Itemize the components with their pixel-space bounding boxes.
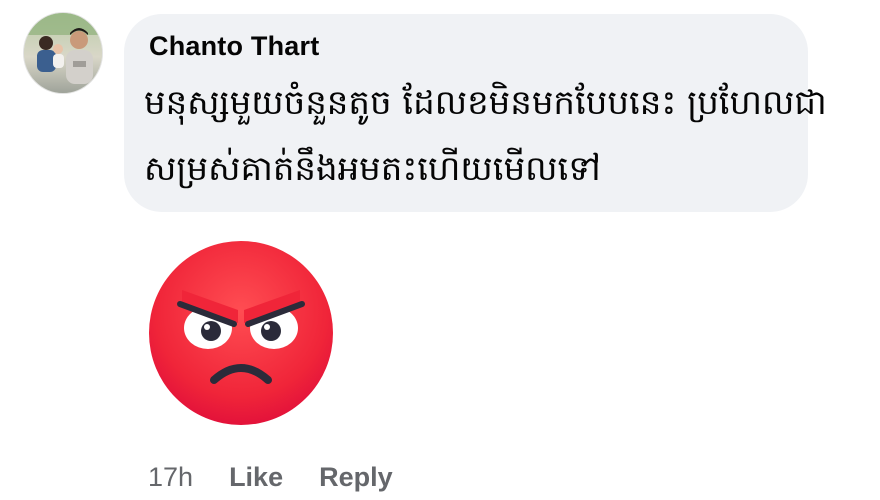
comment-text-line: មនុស្សមួយចំនួនតូច ដែលខមិនមកបែបនេះ ប្រហែល… xyxy=(144,83,827,123)
angry-reaction-icon xyxy=(148,240,334,426)
comment-bubble: Chanto Thart មនុស្សមួយចំនួនតូច ដែលខមិនមក… xyxy=(124,14,827,212)
comment-text: មនុស្សមួយចំនួនតូច ដែលខមិនមកបែបនេះ ប្រហែល… xyxy=(144,70,827,202)
author-avatar[interactable] xyxy=(24,13,102,93)
reply-button[interactable]: Reply xyxy=(319,462,393,493)
comment-timestamp[interactable]: 17h xyxy=(148,462,193,493)
author-name[interactable]: Chanto Thart xyxy=(149,31,319,62)
like-button[interactable]: Like xyxy=(229,462,283,493)
avatar-photo xyxy=(24,13,102,93)
comment-text-line: សម្រស់គាត់នឹងអមតះហើយមើលទៅ xyxy=(144,149,601,189)
comment-actions: 17h Like Reply xyxy=(148,460,393,494)
